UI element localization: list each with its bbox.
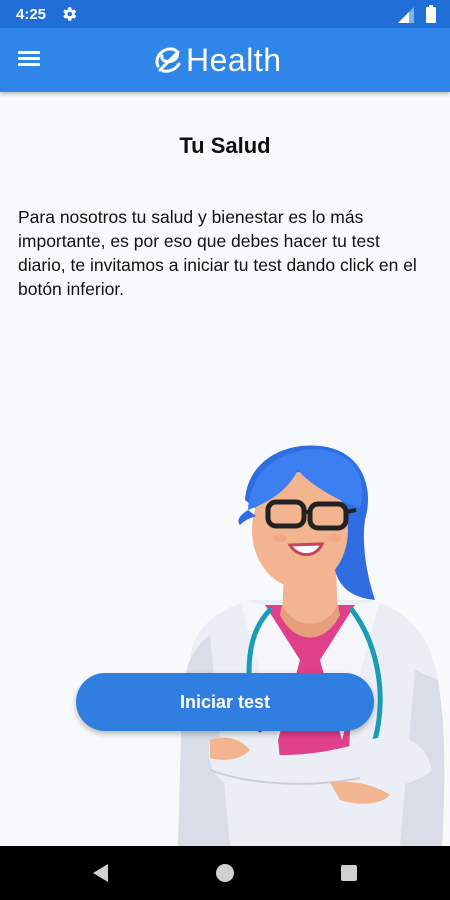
page-title: Tu Salud (179, 133, 271, 158)
recents-icon[interactable] (338, 862, 360, 884)
system-nav-bar (0, 846, 450, 900)
doctor-illustration (178, 445, 445, 846)
settings-gear-icon (63, 7, 77, 21)
intro-text: Para nosotros tu salud y bienestar es lo… (18, 207, 417, 299)
start-test-button[interactable]: Iniciar test (76, 673, 374, 731)
status-bar: 4:25 (0, 0, 450, 28)
health-logo-icon (155, 47, 181, 73)
cell-signal-icon (398, 7, 414, 23)
brand-name: Health (186, 41, 282, 78)
home-icon[interactable] (214, 862, 236, 884)
status-time: 4:25 (16, 6, 47, 23)
battery-icon (426, 5, 436, 23)
app-bar: Health (0, 28, 450, 92)
brand-logo: Health (152, 40, 282, 80)
hamburger-menu-icon[interactable] (18, 48, 46, 72)
back-icon[interactable] (90, 862, 112, 884)
